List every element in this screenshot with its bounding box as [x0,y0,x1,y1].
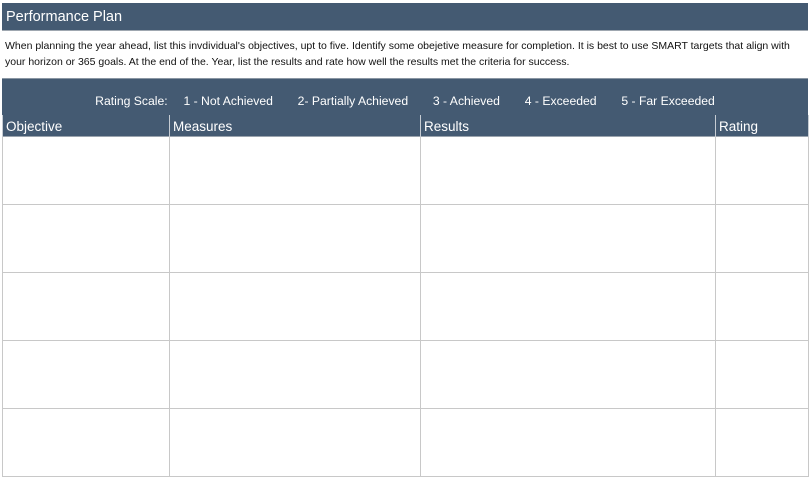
table-row [2,203,809,273]
column-header-results: Results [420,115,716,136]
results-cell[interactable] [420,339,716,409]
column-header-measures: Measures [169,115,421,136]
objective-cell[interactable] [2,339,170,409]
rating-level-2: 2- Partially Achieved [297,94,409,108]
rating-level-1: 1 - Not Achieved [183,94,273,108]
objective-cell[interactable] [2,271,170,341]
objective-cell[interactable] [2,135,170,205]
results-cell[interactable] [420,203,716,273]
measures-cell[interactable] [169,203,421,273]
table-header-row: Objective Measures Results Rating [2,115,809,136]
column-header-objective: Objective [2,115,170,136]
measures-cell[interactable] [169,339,421,409]
measures-cell[interactable] [169,407,421,477]
table-row [2,271,809,341]
rating-cell[interactable] [715,203,809,273]
performance-plan-sheet: Performance Plan When planning the year … [2,3,809,477]
rating-level-3: 3 - Achieved [432,94,500,108]
objective-cell[interactable] [2,203,170,273]
results-cell[interactable] [420,271,716,341]
performance-plan-table: Objective Measures Results Rating [2,115,809,477]
table-row [2,135,809,205]
rating-cell[interactable] [715,271,809,341]
table-row [2,407,809,477]
table-row [2,339,809,409]
instructions-text: When planning the year ahead, list this … [5,40,790,68]
measures-cell[interactable] [169,271,421,341]
rating-scale-label: Rating Scale: [95,94,168,108]
results-cell[interactable] [420,135,716,205]
results-cell[interactable] [420,407,716,477]
rating-level-5: 5 - Far Exceeded [621,94,715,108]
rating-cell[interactable] [715,339,809,409]
rating-cell[interactable] [715,407,809,477]
rating-cell[interactable] [715,135,809,205]
page-title: Performance Plan [2,3,808,31]
objective-cell[interactable] [2,407,170,477]
measures-cell[interactable] [169,135,421,205]
rating-scale-bar: Rating Scale: 1 - Not Achieved 2- Partia… [2,78,808,115]
rating-level-4: 4 - Exceeded [524,94,597,108]
column-header-rating: Rating [715,115,809,136]
